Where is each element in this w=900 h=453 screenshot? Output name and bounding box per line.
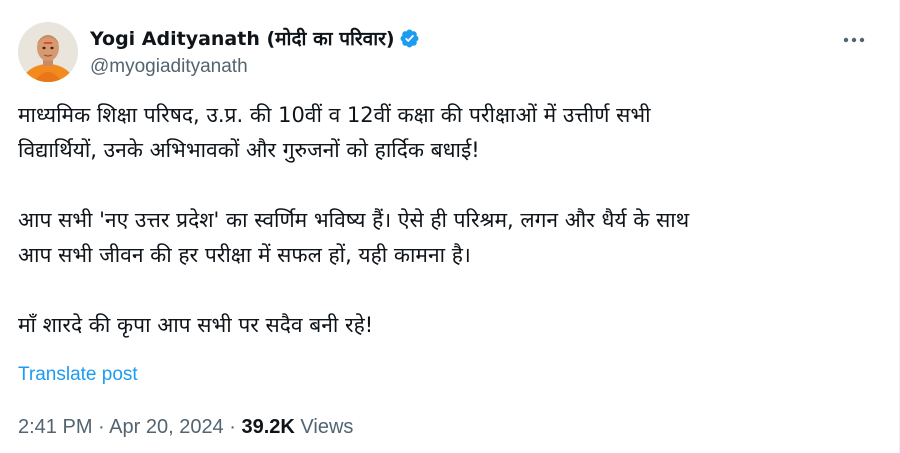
views-count: 39.2K <box>241 416 295 438</box>
tweet-paragraph-3: माँ शारदे की कृपा आप सभी पर सदैव बनी रहे… <box>18 313 374 337</box>
translate-post-link[interactable]: Translate post <box>18 364 138 386</box>
display-name-row: Yogi Adityanath (मोदी का परिवार) <box>90 26 420 50</box>
avatar[interactable] <box>18 22 78 82</box>
tweet-card: Yogi Adityanath (मोदी का परिवार) @myogia… <box>0 0 900 453</box>
profile-photo <box>18 22 78 82</box>
tweet-header: Yogi Adityanath (मोदी का परिवार) @myogia… <box>18 22 420 82</box>
author-handle[interactable]: @myogiadityanath <box>90 56 420 78</box>
author-block: Yogi Adityanath (मोदी का परिवार) @myogia… <box>90 26 420 78</box>
display-name[interactable]: Yogi Adityanath (मोदी का परिवार) <box>90 25 395 51</box>
tweet-text: माध्यमिक शिक्षा परिषद, उ.प्र. की 10वीं व… <box>18 98 878 343</box>
more-horizontal-icon[interactable] <box>843 30 865 50</box>
meta-separator: · <box>223 416 242 438</box>
tweet-paragraph-1: माध्यमिक शिक्षा परिषद, उ.प्र. की 10वीं व… <box>18 103 651 162</box>
tweet-paragraph-2: आप सभी 'नए उत्तर प्रदेश' का स्वर्णिम भवि… <box>18 208 690 267</box>
verified-badge-icon[interactable] <box>399 28 420 49</box>
tweet-metadata: 2:41 PM · Apr 20, 2024 · 39.2K Views <box>18 416 353 439</box>
timestamp-link[interactable]: 2:41 PM · Apr 20, 2024 <box>18 416 224 438</box>
views-label: Views <box>294 416 354 438</box>
